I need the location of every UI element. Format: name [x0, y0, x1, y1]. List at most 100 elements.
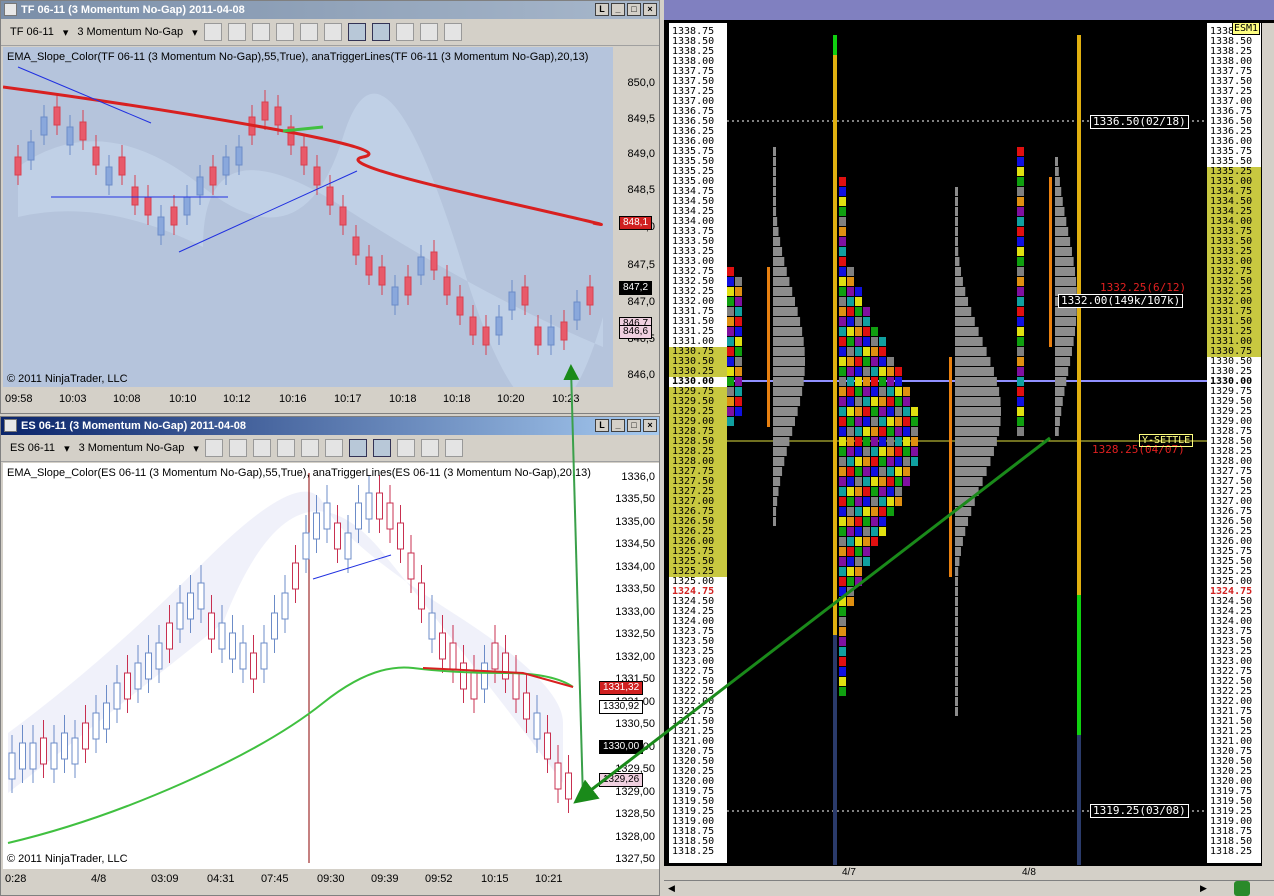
zoom-in-icon[interactable]	[252, 439, 271, 457]
tpo-block	[855, 537, 862, 546]
tpo-block	[887, 427, 894, 436]
tpo-block	[839, 267, 846, 276]
tpo-block	[863, 317, 870, 326]
tpo-block	[855, 297, 862, 306]
bar-type-icon[interactable]	[203, 23, 222, 41]
indicators-icon[interactable]	[371, 23, 390, 41]
tpo-block	[863, 477, 870, 486]
scroll-right-icon[interactable]: ▶	[1200, 883, 1207, 894]
tpo-block	[727, 327, 734, 336]
strategies-icon[interactable]	[396, 439, 415, 457]
maximize-button[interactable]: □	[627, 419, 641, 432]
chevron-down-icon[interactable]: ▾	[192, 26, 198, 39]
volume-bar	[955, 427, 1000, 436]
volume-bar	[955, 397, 1001, 406]
candle-body	[573, 301, 581, 321]
mp-date-label: 4/7	[842, 867, 856, 878]
period-select[interactable]: 3 Momentum No-Gap	[74, 25, 187, 39]
tpo-block	[727, 337, 734, 346]
instrument-select[interactable]: TF 06-11	[7, 25, 57, 39]
maximize-button[interactable]: □	[627, 3, 641, 16]
pencil-icon[interactable]	[228, 439, 247, 457]
es-trigger-tag-2: 1329,26	[599, 773, 644, 787]
volume-bar	[773, 217, 778, 226]
tpo-block	[871, 367, 878, 376]
properties-icon[interactable]	[420, 439, 439, 457]
tpo-block	[847, 547, 854, 556]
magnifier-icon[interactable]	[324, 439, 343, 457]
magnifier-icon[interactable]	[323, 23, 342, 41]
volume-bar	[955, 697, 958, 706]
candle-body	[40, 116, 48, 136]
tpo-block	[879, 457, 886, 466]
indicators-icon[interactable]	[372, 439, 391, 457]
tpo-block	[1017, 237, 1024, 246]
mp-horizontal-scrollbar[interactable]: ◀ ▶	[664, 880, 1274, 896]
volume-bar	[955, 567, 959, 576]
tf-title-bar[interactable]: TF 06-11 (3 Momentum No-Gap) 2011-04-08 …	[1, 1, 659, 19]
tpo-block	[903, 457, 910, 466]
cursor-icon[interactable]	[300, 439, 319, 457]
session-range-bar	[833, 35, 837, 635]
minimize-button[interactable]: _	[611, 3, 625, 16]
tpo-block	[855, 527, 862, 536]
zoom-out-icon[interactable]	[275, 23, 294, 41]
tpo-block	[839, 627, 846, 636]
volume-bar	[955, 387, 1000, 396]
candle-body	[271, 612, 278, 640]
tpo-block	[1017, 167, 1024, 176]
scroll-left-icon[interactable]: ◀	[668, 883, 675, 894]
minimize-button[interactable]: _	[611, 419, 625, 432]
tpo-block	[855, 327, 862, 336]
data-box-icon[interactable]	[347, 23, 366, 41]
zoom-out-icon[interactable]	[276, 439, 295, 457]
tpo-block	[887, 447, 894, 456]
close-button[interactable]: ×	[643, 3, 657, 16]
tpo-block	[1017, 347, 1024, 356]
volume-bar	[773, 227, 779, 236]
es-price-chart[interactable]: EMA_Slope_Color(ES 06-11 (3 Momentum No-…	[3, 463, 597, 869]
es-candles	[7, 473, 574, 863]
data-box-icon[interactable]	[348, 439, 367, 457]
bar-type-icon[interactable]	[204, 439, 223, 457]
template-icon[interactable]	[443, 23, 462, 41]
candle-body	[512, 672, 520, 700]
close-button[interactable]: ×	[643, 419, 657, 432]
tpo-block	[839, 257, 846, 266]
tf-price-chart[interactable]: EMA_Slope_Color(TF 06-11 (3 Momentum No-…	[3, 47, 613, 387]
tpo-block	[1017, 327, 1024, 336]
zoom-in-icon[interactable]	[251, 23, 270, 41]
candle-body	[482, 326, 490, 346]
tpo-block	[839, 457, 846, 466]
candle-body	[560, 321, 568, 341]
es-title-bar[interactable]: ES 06-11 (3 Momentum No-Gap) 2011-04-08 …	[1, 417, 659, 435]
chart-window-icon	[4, 3, 17, 16]
properties-icon[interactable]	[419, 23, 438, 41]
tpo-block	[1017, 357, 1024, 366]
mp-date-bar: 4/7 4/8	[664, 866, 1274, 880]
candle-body	[218, 622, 226, 650]
pencil-icon[interactable]	[227, 23, 246, 41]
refresh-icon[interactable]	[1234, 881, 1250, 896]
strategies-icon[interactable]	[395, 23, 414, 41]
volume-bar	[955, 497, 975, 506]
cursor-icon[interactable]	[299, 23, 318, 41]
tpo-block	[839, 507, 846, 516]
tpo-block	[847, 307, 854, 316]
tpo-block	[1017, 397, 1024, 406]
period-select[interactable]: 3 Momentum No-Gap	[75, 441, 188, 455]
tpo-block	[1017, 247, 1024, 256]
chevron-down-icon[interactable]: ▾	[63, 26, 69, 39]
candle-body	[313, 512, 320, 540]
volume-bar	[1055, 387, 1065, 396]
instrument-select[interactable]: ES 06-11	[7, 441, 59, 455]
chevron-down-icon[interactable]: ▾	[193, 442, 199, 455]
chevron-down-icon[interactable]: ▾	[64, 442, 70, 455]
link-button[interactable]: L	[595, 3, 609, 16]
tpo-block	[847, 377, 854, 386]
candle-body	[144, 196, 152, 216]
link-button[interactable]: L	[595, 419, 609, 432]
mp-vertical-scrollbar[interactable]	[1262, 23, 1274, 866]
volume-bar	[955, 487, 979, 496]
template-icon[interactable]	[444, 439, 463, 457]
